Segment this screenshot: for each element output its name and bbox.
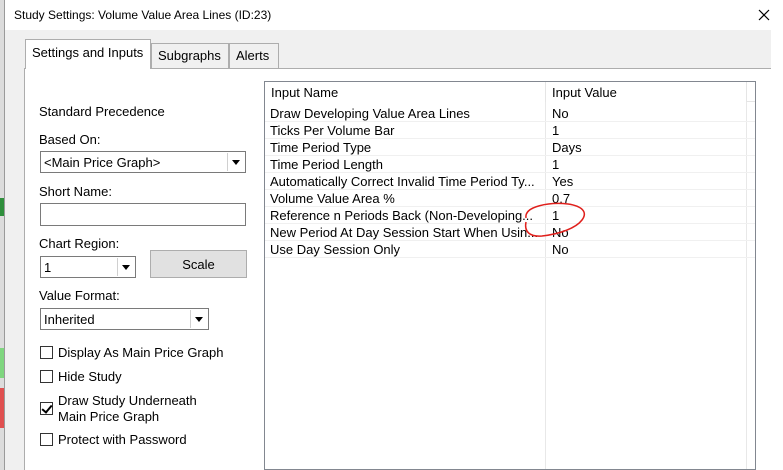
inputs-grid: Input Name Input Value Draw Developing V… (264, 81, 756, 470)
value-format-value: Inherited (44, 312, 95, 327)
input-name: Volume Value Area % (270, 191, 395, 206)
hide-study-checkbox[interactable] (40, 370, 53, 383)
checkbox-label: Protect with Password (58, 432, 187, 447)
input-name: Time Period Type (270, 140, 372, 155)
table-row[interactable]: Use Day Session Only No (265, 241, 755, 258)
background-chart-right (771, 28, 783, 470)
chevron-down-icon[interactable] (227, 153, 244, 171)
input-name: Automatically Correct Invalid Time Perio… (270, 174, 535, 189)
input-name: Reference n Periods Back (Non-Developing… (270, 208, 534, 223)
tab-settings-and-inputs[interactable]: Settings and Inputs (25, 39, 151, 69)
tab-subgraphs[interactable]: Subgraphs (151, 43, 229, 68)
tab-label: Subgraphs (158, 48, 221, 63)
tab-label: Alerts (236, 48, 270, 63)
checkbox-label-line2: Main Price Graph (58, 409, 160, 424)
table-row[interactable]: Volume Value Area % 0.7 (265, 190, 755, 207)
table-row[interactable]: Draw Developing Value Area Lines No (265, 105, 755, 122)
chevron-down-icon[interactable] (190, 310, 207, 328)
short-name-label: Short Name: (39, 184, 112, 199)
input-value[interactable]: No (547, 105, 747, 122)
input-value[interactable]: Yes (547, 173, 747, 190)
checkbox-label: Hide Study (58, 369, 122, 384)
table-row[interactable]: Automatically Correct Invalid Time Perio… (265, 173, 755, 190)
table-row[interactable]: Ticks Per Volume Bar 1 (265, 122, 755, 139)
grid-header: Input Name Input Value (265, 82, 755, 102)
precedence-label: Standard Precedence (39, 104, 165, 119)
input-name: Use Day Session Only (270, 242, 401, 257)
input-value[interactable]: Days (547, 139, 747, 156)
table-row[interactable]: New Period At Day Session Start When Usi… (265, 224, 755, 241)
header-input-value[interactable]: Input Value (546, 82, 747, 102)
input-name: New Period At Day Session Start When Usi… (270, 225, 539, 240)
tab-alerts[interactable]: Alerts (229, 43, 279, 68)
based-on-value: <Main Price Graph> (44, 155, 161, 170)
table-row[interactable]: Time Period Type Days (265, 139, 755, 156)
chart-region-select[interactable]: 1 (40, 256, 136, 278)
checkbox-label: Draw Study Underneath (58, 393, 197, 408)
close-icon[interactable] (754, 5, 774, 25)
input-value[interactable]: 0.7 (547, 190, 747, 207)
header-input-name[interactable]: Input Name (265, 82, 546, 102)
scale-button[interactable]: Scale (150, 250, 247, 278)
display-as-main-price-graph-checkbox[interactable] (40, 346, 53, 359)
study-settings-dialog: Study Settings: Volume Value Area Lines … (4, 0, 783, 470)
input-name: Draw Developing Value Area Lines (270, 106, 470, 121)
input-value[interactable]: 1 (547, 207, 747, 224)
input-name: Ticks Per Volume Bar (270, 123, 395, 138)
chevron-down-icon[interactable] (117, 258, 134, 276)
input-value[interactable]: No (547, 224, 747, 241)
tab-label: Settings and Inputs (32, 45, 144, 60)
chart-region-label: Chart Region: (39, 236, 120, 251)
value-format-select[interactable]: Inherited (40, 308, 209, 330)
value-format-label: Value Format: (39, 288, 120, 303)
table-row[interactable]: Time Period Length 1 (265, 156, 755, 173)
input-value[interactable]: 1 (547, 156, 747, 173)
table-row[interactable]: Reference n Periods Back (Non-Developing… (265, 207, 755, 224)
title-bar: Study Settings: Volume Value Area Lines … (5, 0, 783, 30)
protect-with-password-checkbox[interactable] (40, 433, 53, 446)
draw-study-underneath-checkbox[interactable] (40, 402, 53, 415)
based-on-label: Based On: (39, 132, 101, 147)
chart-region-value: 1 (44, 260, 52, 275)
input-name: Time Period Length (270, 157, 383, 172)
checkbox-label: Display As Main Price Graph (58, 345, 224, 360)
window-title: Study Settings: Volume Value Area Lines … (14, 8, 272, 22)
based-on-select[interactable]: <Main Price Graph> (40, 151, 246, 173)
short-name-input[interactable] (40, 203, 246, 226)
input-value[interactable]: No (547, 241, 747, 258)
input-value[interactable]: 1 (547, 122, 747, 139)
